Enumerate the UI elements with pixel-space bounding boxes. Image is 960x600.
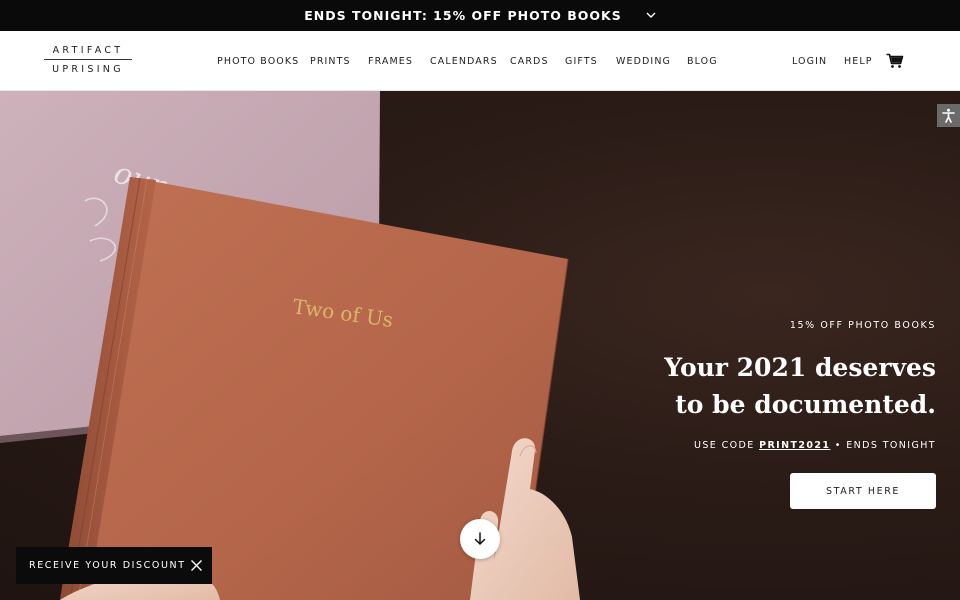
chevron-down-icon[interactable] [646,12,656,19]
promo-code-prefix: USE CODE [694,440,760,451]
receive-discount-label: RECEIVE YOUR DISCOUNT [29,560,186,571]
nav-wedding[interactable]: WEDDING [616,56,671,67]
nav-prints[interactable]: PRINTS [310,56,351,67]
receive-discount-button[interactable]: RECEIVE YOUR DISCOUNT [16,547,212,584]
cart-icon[interactable] [886,53,904,69]
nav-photo-books[interactable]: PHOTO BOOKS [217,56,299,67]
promo-bar[interactable]: ENDS TONIGHT: 15% OFF PHOTO BOOKS [0,0,960,31]
hero-headline-line-1: Your 2021 deserves [664,353,936,382]
start-here-button[interactable]: START HERE [790,473,936,509]
nav-frames[interactable]: FRAMES [368,56,413,67]
promo-code-suffix: • ENDS TONIGHT [830,440,936,451]
close-icon[interactable] [190,559,203,572]
hero-headline-line-2: to be documented. [675,390,936,419]
hero-headline: Your 2021 deserves to be documented. [596,349,936,423]
nav-gifts[interactable]: GIFTS [565,56,598,67]
hero-eyebrow: 15% OFF PHOTO BOOKS [789,320,936,331]
login-link[interactable]: LOGIN [792,56,827,67]
promo-code-line: USE CODE PRINT2021 • ENDS TONIGHT [694,440,936,451]
arrow-down-icon[interactable] [460,519,500,559]
help-link[interactable]: HELP [844,56,873,67]
promo-text: ENDS TONIGHT: 15% OFF PHOTO BOOKS [304,8,622,23]
promo-code[interactable]: PRINT2021 [759,440,830,451]
nav-cards[interactable]: CARDS [510,56,549,67]
nav-calendars[interactable]: CALENDARS [430,56,498,67]
accessibility-icon[interactable] [937,104,960,127]
site-header: ARTIFACT UPRISING PHOTO BOOKS PRINTS FRA… [0,31,960,91]
main-nav: PHOTO BOOKS PRINTS FRAMES CALENDARS CARD… [0,31,960,91]
nav-blog[interactable]: BLOG [687,56,718,67]
